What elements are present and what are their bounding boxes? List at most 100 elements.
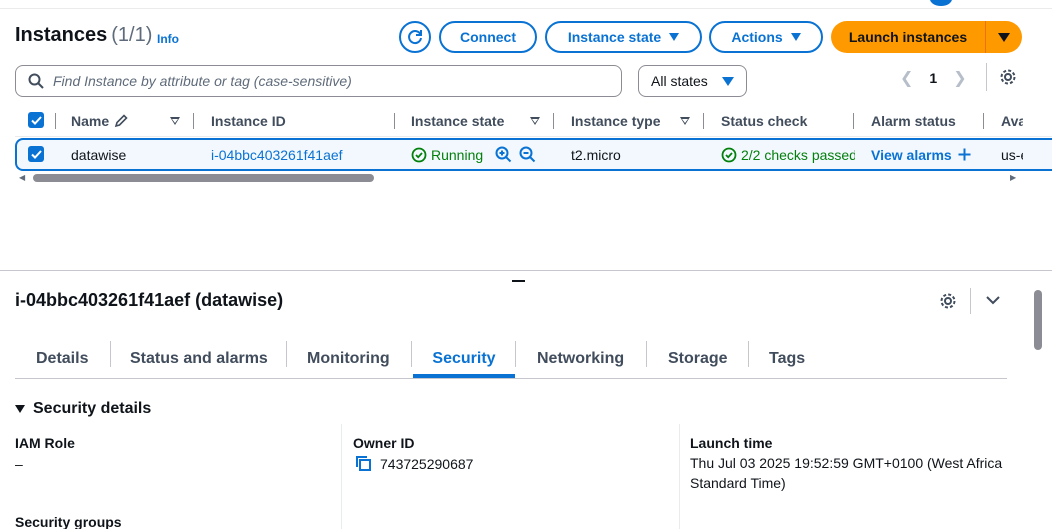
scroll-right-icon[interactable]: ▶ bbox=[1010, 173, 1016, 182]
details-tabs: Details Status and alarms Monitoring Sec… bbox=[15, 340, 1007, 379]
divider bbox=[341, 424, 342, 529]
launch-instances-button[interactable]: Launch instances bbox=[831, 21, 986, 53]
panel-splitter bbox=[0, 270, 1052, 271]
select-all-checkbox[interactable] bbox=[28, 112, 44, 128]
tab-monitoring[interactable]: Monitoring bbox=[307, 340, 390, 378]
tab-tags[interactable]: Tags bbox=[769, 340, 805, 378]
notification-indicator bbox=[930, 0, 952, 6]
column-header-instance-state[interactable]: Instance state bbox=[411, 105, 504, 137]
top-border bbox=[0, 0, 1052, 9]
iam-role-value: – bbox=[15, 456, 23, 472]
divider bbox=[703, 113, 704, 129]
view-alarms-link[interactable]: View alarms bbox=[871, 140, 971, 169]
cell-state: Running bbox=[411, 140, 483, 169]
states-filter[interactable]: All states bbox=[638, 65, 747, 97]
divider bbox=[970, 288, 971, 314]
divider bbox=[110, 341, 111, 367]
tab-status-and-alarms[interactable]: Status and alarms bbox=[130, 340, 268, 378]
divider bbox=[55, 113, 56, 129]
column-header-availability-zone[interactable]: Availability Zone bbox=[1001, 105, 1023, 137]
divider bbox=[553, 113, 554, 129]
launch-time-value: Thu Jul 03 2025 19:52:59 GMT+0100 (West … bbox=[690, 455, 1003, 471]
tab-storage[interactable]: Storage bbox=[668, 340, 728, 378]
column-header-instance-id[interactable]: Instance ID bbox=[211, 105, 286, 137]
iam-role-label: IAM Role bbox=[15, 435, 75, 451]
scrollbar-thumb[interactable] bbox=[1034, 290, 1042, 350]
refresh-button[interactable] bbox=[399, 21, 431, 53]
chevron-down-icon[interactable] bbox=[985, 292, 1001, 308]
search-icon bbox=[28, 73, 44, 89]
tab-security[interactable]: Security bbox=[413, 340, 515, 378]
divider bbox=[193, 113, 194, 129]
info-link[interactable]: Info bbox=[157, 32, 179, 46]
details-title: i-04bbc403261f41aef (datawise) bbox=[15, 290, 284, 310]
check-circle-icon bbox=[721, 147, 737, 162]
caret-down-icon bbox=[998, 32, 1010, 42]
chevron-right-icon[interactable]: ❯ bbox=[953, 68, 966, 88]
column-header-alarm-status[interactable]: Alarm status bbox=[871, 105, 956, 137]
tab-details[interactable]: Details bbox=[36, 340, 88, 378]
chevron-left-icon[interactable]: ❮ bbox=[900, 68, 913, 88]
search-bar bbox=[15, 65, 622, 97]
scrollbar-thumb[interactable] bbox=[33, 174, 374, 182]
column-header-status-check[interactable]: Status check bbox=[721, 105, 807, 137]
security-groups-label: Security groups bbox=[15, 514, 122, 529]
divider bbox=[853, 113, 854, 129]
table-header: Name Instance ID Instance state Instance… bbox=[15, 105, 1052, 137]
column-header-name[interactable]: Name bbox=[71, 105, 129, 137]
resize-handle[interactable] bbox=[512, 280, 525, 282]
divider bbox=[986, 63, 987, 91]
divider bbox=[983, 113, 984, 129]
zoom-in-icon[interactable] bbox=[495, 146, 512, 163]
caret-down-icon bbox=[790, 33, 801, 41]
filter-icon[interactable] bbox=[530, 117, 540, 125]
divider bbox=[679, 424, 680, 529]
divider bbox=[286, 341, 287, 367]
cell-name: datawise bbox=[71, 146, 127, 163]
search-input[interactable] bbox=[53, 73, 593, 89]
gear-icon[interactable] bbox=[939, 292, 957, 310]
filter-icon[interactable] bbox=[170, 117, 180, 125]
instance-state-button[interactable]: Instance state bbox=[545, 21, 702, 53]
divider bbox=[411, 341, 412, 367]
launch-instances-split-button: Launch instances bbox=[831, 21, 1022, 53]
divider bbox=[394, 113, 395, 129]
row-checkbox[interactable] bbox=[28, 146, 44, 162]
actions-button[interactable]: Actions bbox=[709, 21, 823, 53]
pagination: ❮ 1 ❯ bbox=[900, 66, 967, 90]
page-title: Instances (1/1) bbox=[15, 24, 153, 46]
cell-az: us-east-1 bbox=[1001, 146, 1023, 163]
launch-dropdown-button[interactable] bbox=[986, 21, 1022, 53]
cell-status-check: 2/2 checks passed bbox=[721, 140, 855, 169]
divider bbox=[748, 341, 749, 367]
divider bbox=[515, 341, 516, 367]
table-row[interactable]: datawise i-04bbc403261f41aef Running t2.… bbox=[15, 138, 1052, 171]
plus-icon bbox=[958, 148, 971, 161]
scroll-left-icon[interactable]: ◀ bbox=[19, 173, 25, 182]
caret-down-icon bbox=[721, 76, 734, 86]
instance-count: (1/1) bbox=[111, 24, 153, 46]
caret-down-icon bbox=[15, 405, 25, 413]
cell-type: t2.micro bbox=[571, 146, 621, 163]
gear-icon[interactable] bbox=[999, 68, 1017, 86]
filter-icon[interactable] bbox=[680, 117, 690, 125]
security-details-header[interactable]: Security details bbox=[15, 400, 151, 418]
column-header-instance-type[interactable]: Instance type bbox=[571, 105, 660, 137]
zoom-out-icon[interactable] bbox=[519, 146, 536, 163]
owner-id-value: 743725290687 bbox=[355, 455, 473, 472]
owner-id-label: Owner ID bbox=[353, 435, 415, 451]
vertical-scrollbar[interactable] bbox=[1033, 282, 1043, 529]
check-icon bbox=[30, 149, 42, 159]
copy-icon[interactable] bbox=[355, 455, 372, 472]
connect-button[interactable]: Connect bbox=[439, 21, 537, 53]
pencil-icon bbox=[114, 114, 128, 128]
instance-id-link[interactable]: i-04bbc403261f41aef bbox=[211, 140, 343, 169]
caret-down-icon bbox=[669, 33, 680, 41]
page-number[interactable]: 1 bbox=[929, 70, 937, 86]
check-icon bbox=[30, 115, 42, 125]
refresh-icon bbox=[408, 30, 422, 45]
tab-networking[interactable]: Networking bbox=[537, 340, 624, 378]
launch-time-value-cont: Standard Time) bbox=[690, 475, 786, 491]
divider bbox=[646, 341, 647, 367]
horizontal-scrollbar[interactable]: ◀ ▶ bbox=[15, 173, 1017, 183]
